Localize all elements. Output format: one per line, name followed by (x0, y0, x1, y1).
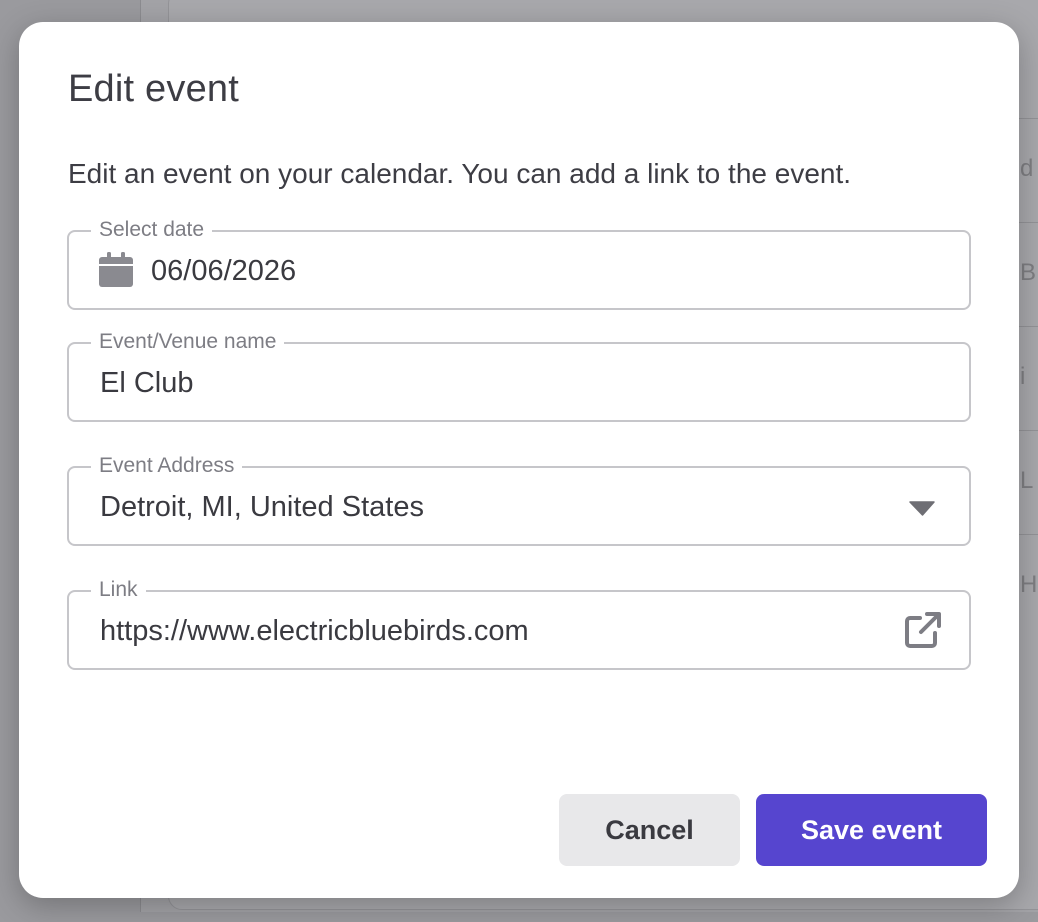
address-value[interactable]: Detroit, MI, United States (100, 490, 424, 524)
venue-name-label: Event/Venue name (91, 330, 285, 354)
date-field-value[interactable]: 06/06/2026 (151, 254, 296, 288)
link-value[interactable]: https://www.electricbluebirds.com (100, 614, 529, 648)
address-select[interactable]: Event Address Detroit, MI, United States (67, 454, 971, 546)
chevron-down-icon[interactable] (909, 501, 935, 516)
dialog-description: Edit an event on your calendar. You can … (68, 158, 852, 189)
edit-event-dialog: Edit event Edit an event on your calenda… (19, 22, 1019, 898)
save-event-button[interactable]: Save event (756, 794, 987, 866)
venue-name-field[interactable]: Event/Venue name El Club (67, 330, 971, 422)
external-link-icon[interactable] (903, 610, 943, 650)
dialog-title: Edit event (68, 68, 239, 110)
calendar-icon[interactable] (99, 252, 133, 288)
date-field[interactable]: Select date 06/06/2026 (67, 218, 971, 310)
date-field-label: Select date (91, 218, 213, 242)
link-field[interactable]: Link https://www.electricbluebirds.com (67, 578, 971, 670)
link-label: Link (91, 578, 146, 602)
cancel-button[interactable]: Cancel (559, 794, 740, 866)
venue-name-value[interactable]: El Club (100, 366, 194, 400)
address-label: Event Address (91, 454, 243, 478)
